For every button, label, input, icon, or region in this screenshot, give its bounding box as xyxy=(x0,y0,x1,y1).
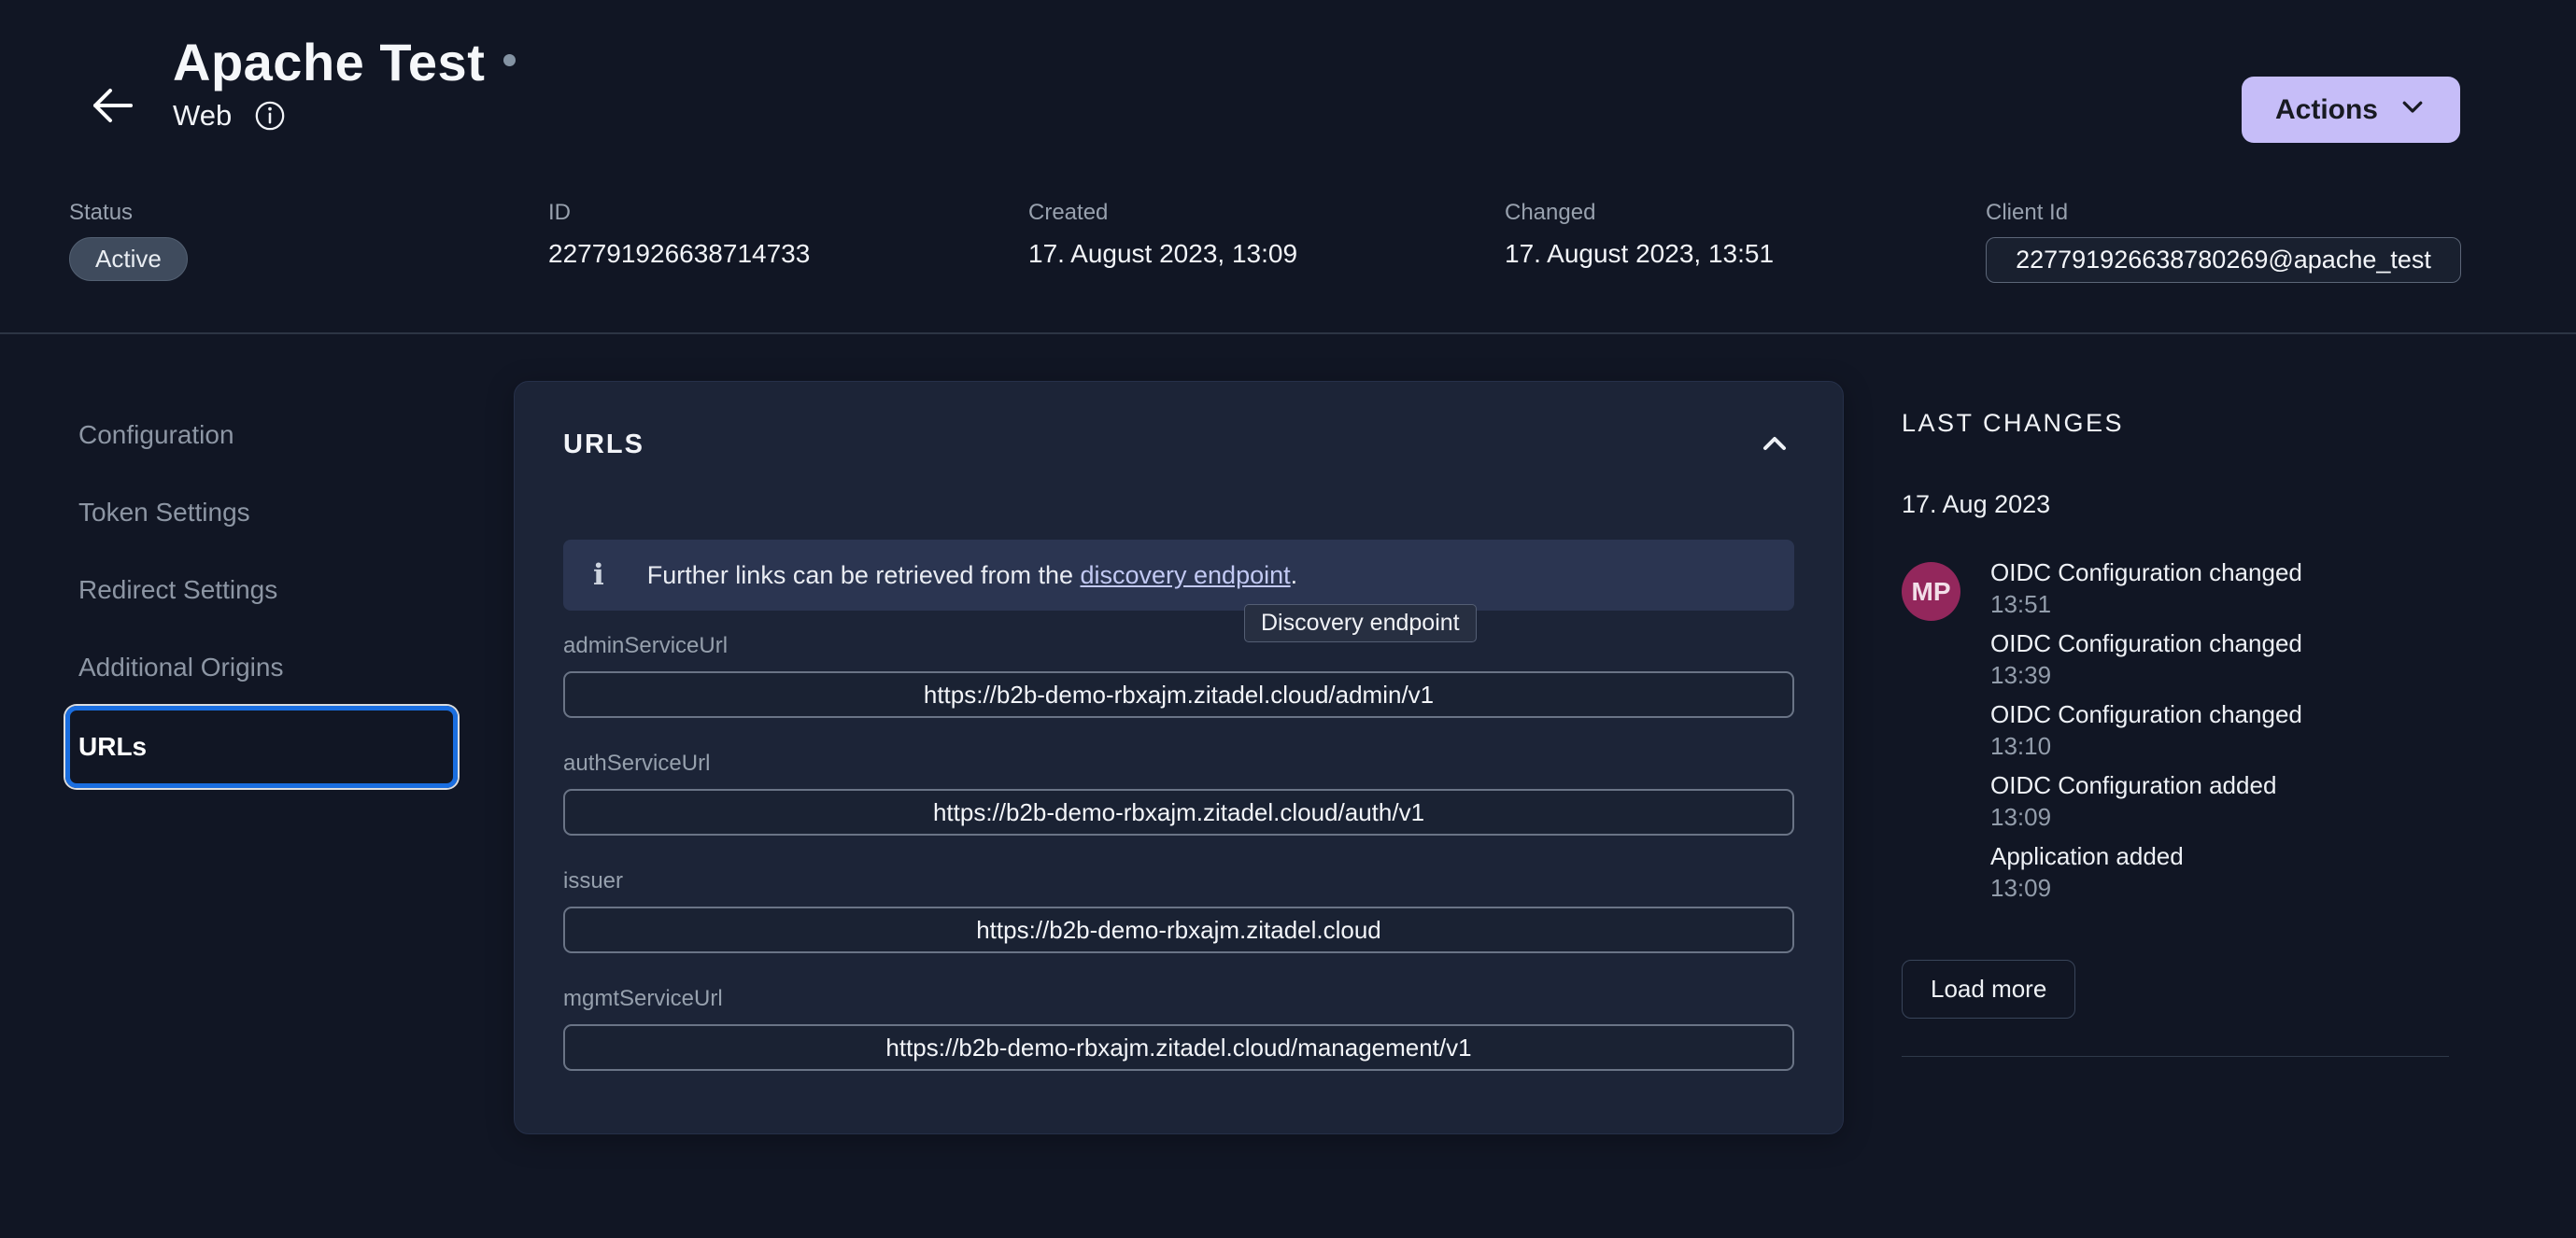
field-label: authServiceUrl xyxy=(563,751,711,776)
status-label: Status xyxy=(69,200,134,225)
event-title: OIDC Configuration added xyxy=(1990,771,2277,799)
tooltip: Discovery endpoint xyxy=(1244,604,1477,642)
change-event: OIDC Configuration changed 13:51 xyxy=(1990,558,2453,618)
field-label: issuer xyxy=(563,868,624,893)
last-changes-panel: LAST CHANGES 17. Aug 2023 MP OIDC Config… xyxy=(1902,409,2453,1057)
nav-item-token-settings[interactable]: Token Settings xyxy=(65,473,458,551)
event-title: OIDC Configuration changed xyxy=(1990,629,2302,657)
auth-service-url-input[interactable]: https://b2b-demo-rbxajm.zitadel.cloud/au… xyxy=(563,789,1794,836)
collapse-button[interactable] xyxy=(1755,429,1794,461)
meta-changed: Changed 17. August 2023, 13:51 xyxy=(1505,200,1774,269)
field-label: mgmtServiceUrl xyxy=(563,986,723,1011)
changes-divider xyxy=(1902,1056,2449,1057)
card-title: URLS xyxy=(563,429,644,459)
urls-card: URLS ℹ Further links can be retrieved fr… xyxy=(514,381,1844,1134)
discovery-endpoint-link[interactable]: discovery endpoint xyxy=(1080,561,1290,589)
load-more-button[interactable]: Load more xyxy=(1902,960,2076,1019)
event-time: 13:09 xyxy=(1990,803,2052,831)
change-event: Application added 13:09 xyxy=(1990,842,2453,902)
back-button[interactable] xyxy=(82,77,142,136)
actions-button[interactable]: Actions xyxy=(2241,77,2460,143)
chevron-up-icon xyxy=(1759,437,1790,457)
meta-client-id: Client Id 227791926638780269@apache_test xyxy=(1986,200,2461,283)
mgmt-service-url-input[interactable]: https://b2b-demo-rbxajm.zitadel.cloud/ma… xyxy=(563,1024,1794,1071)
status-dot-icon xyxy=(503,54,517,66)
created-value: 17. August 2023, 13:09 xyxy=(1028,239,1298,268)
nav-item-additional-origins[interactable]: Additional Origins xyxy=(65,628,458,706)
issuer-input[interactable]: https://b2b-demo-rbxajm.zitadel.cloud xyxy=(563,907,1794,953)
changed-value: 17. August 2023, 13:51 xyxy=(1505,239,1775,268)
nav-item-configuration[interactable]: Configuration xyxy=(65,396,458,473)
nav-item-redirect-settings[interactable]: Redirect Settings xyxy=(65,551,458,628)
event-title: Application added xyxy=(1990,842,2184,870)
section-nav: Configuration Token Settings Redirect Se… xyxy=(65,396,458,788)
info-banner: ℹ Further links can be retrieved from th… xyxy=(563,540,1794,611)
meta-created: Created 17. August 2023, 13:09 xyxy=(1028,200,1297,269)
avatar: MP xyxy=(1902,562,1960,621)
meta-id: ID 227791926638714733 xyxy=(548,200,810,269)
page-title: Apache Test xyxy=(173,33,486,91)
header: Apache Test Web xyxy=(173,33,517,133)
field-issuer: issuer https://b2b-demo-rbxajm.zitadel.c… xyxy=(563,868,1794,953)
changes-date: 17. Aug 2023 xyxy=(1902,490,2051,518)
change-event: OIDC Configuration added 13:09 xyxy=(1990,771,2453,831)
meta-status: Status Active xyxy=(69,200,188,281)
changes-list: MP OIDC Configuration changed 13:51 OIDC… xyxy=(1902,558,2453,902)
chevron-down-icon xyxy=(2399,92,2427,128)
actions-button-label: Actions xyxy=(2274,93,2378,125)
change-event: OIDC Configuration changed 13:39 xyxy=(1990,629,2453,689)
client-id-label: Client Id xyxy=(1986,200,2069,225)
field-auth-service-url: authServiceUrl https://b2b-demo-rbxajm.z… xyxy=(563,751,1794,836)
app-type-label: Web xyxy=(173,98,233,132)
event-time: 13:09 xyxy=(1990,874,2052,902)
header-divider xyxy=(0,332,2576,334)
field-admin-service-url: adminServiceUrl https://b2b-demo-rbxajm.… xyxy=(563,633,1794,718)
change-event: OIDC Configuration changed 13:10 xyxy=(1990,700,2453,760)
id-value: 227791926638714733 xyxy=(548,239,811,268)
back-arrow-icon xyxy=(88,85,136,129)
changed-label: Changed xyxy=(1505,200,1596,225)
id-label: ID xyxy=(548,200,571,225)
event-time: 13:51 xyxy=(1990,590,2052,618)
admin-service-url-input[interactable]: https://b2b-demo-rbxajm.zitadel.cloud/ad… xyxy=(563,671,1794,718)
client-id-chip[interactable]: 227791926638780269@apache_test xyxy=(1986,237,2461,283)
nav-item-urls[interactable]: URLs xyxy=(65,706,458,788)
field-mgmt-service-url: mgmtServiceUrl https://b2b-demo-rbxajm.z… xyxy=(563,986,1794,1071)
status-badge: Active xyxy=(69,237,188,281)
last-changes-title: LAST CHANGES xyxy=(1902,409,2125,437)
event-time: 13:39 xyxy=(1990,661,2052,689)
info-banner-text: Further links can be retrieved from the … xyxy=(646,560,1298,589)
event-title: OIDC Configuration changed xyxy=(1990,558,2302,586)
event-time: 13:10 xyxy=(1990,732,2052,760)
info-icon[interactable] xyxy=(254,100,286,132)
info-icon: ℹ xyxy=(593,558,604,591)
field-label: adminServiceUrl xyxy=(563,633,729,658)
created-label: Created xyxy=(1028,200,1109,225)
event-title: OIDC Configuration changed xyxy=(1990,700,2302,728)
